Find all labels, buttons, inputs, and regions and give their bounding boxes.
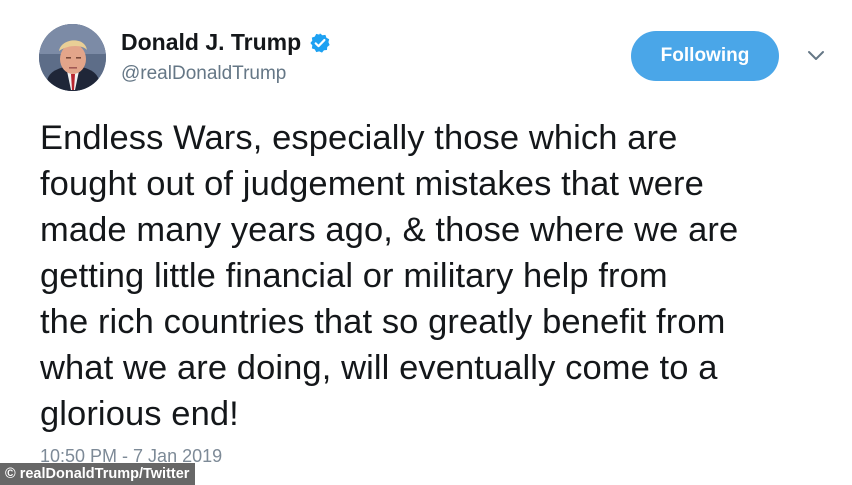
tweet-text-line: glorious end!: [40, 395, 239, 433]
tweet-text-line: made many years ago, & those where we ar…: [40, 211, 739, 249]
author-handle[interactable]: @realDonaldTrump: [121, 63, 286, 85]
avatar[interactable]: [39, 24, 106, 91]
author-name[interactable]: Donald J. Trump: [121, 29, 301, 56]
avatar-image: [39, 24, 106, 91]
chevron-down-icon[interactable]: [806, 49, 826, 63]
tweet-text-line: Endless Wars, especially those which are: [40, 119, 678, 157]
tweet-text-line: the rich countries that so greatly benef…: [40, 303, 726, 341]
tweet-card: Donald J. Trump @realDonaldTrump Followi…: [0, 0, 852, 485]
author-name-row: Donald J. Trump: [121, 29, 331, 56]
image-credit: © realDonaldTrump/Twitter: [0, 463, 196, 485]
verified-badge-icon: [310, 32, 330, 53]
tweet-text-line: what we are doing, will eventually come …: [40, 349, 718, 387]
tweet-text-line: getting little financial or military hel…: [40, 257, 668, 295]
following-button[interactable]: Following: [631, 31, 779, 81]
tweet-text: Endless Wars, especially those which are…: [40, 115, 830, 437]
tweet-text-line: fought out of judgement mistakes that we…: [40, 165, 704, 203]
